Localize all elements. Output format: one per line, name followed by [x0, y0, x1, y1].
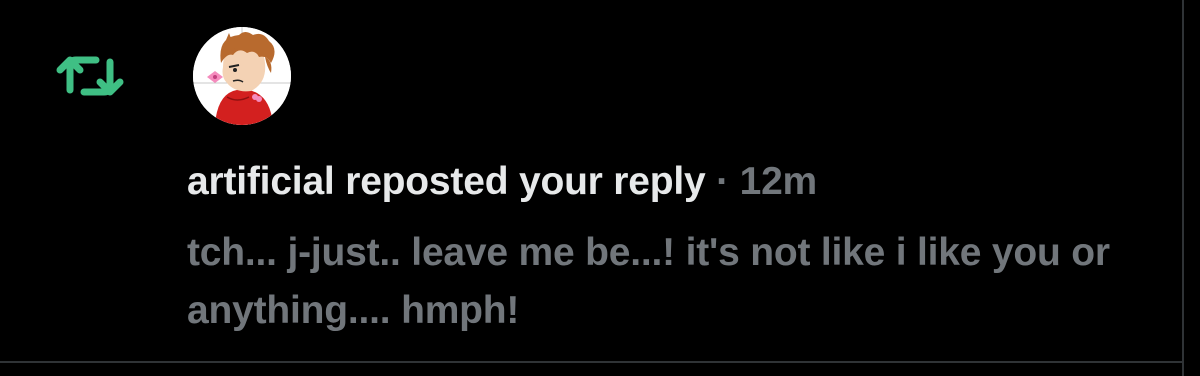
notification-headline: artificial reposted your reply · 12m: [187, 160, 817, 204]
avatar[interactable]: [193, 27, 291, 125]
bottom-divider: [0, 361, 1184, 363]
separator-dot: ·: [705, 160, 740, 203]
repost-icon: [56, 56, 124, 96]
right-divider: [1182, 0, 1184, 376]
action-text: reposted your reply: [334, 160, 706, 203]
timestamp[interactable]: 12m: [740, 160, 818, 203]
reply-text: tch... j-just.. leave me be...! it's not…: [187, 231, 1110, 332]
avatar-illustration: [193, 27, 291, 125]
repost-notification[interactable]: artificial reposted your reply · 12m tch…: [0, 0, 1200, 376]
user-name[interactable]: artificial: [187, 160, 335, 203]
